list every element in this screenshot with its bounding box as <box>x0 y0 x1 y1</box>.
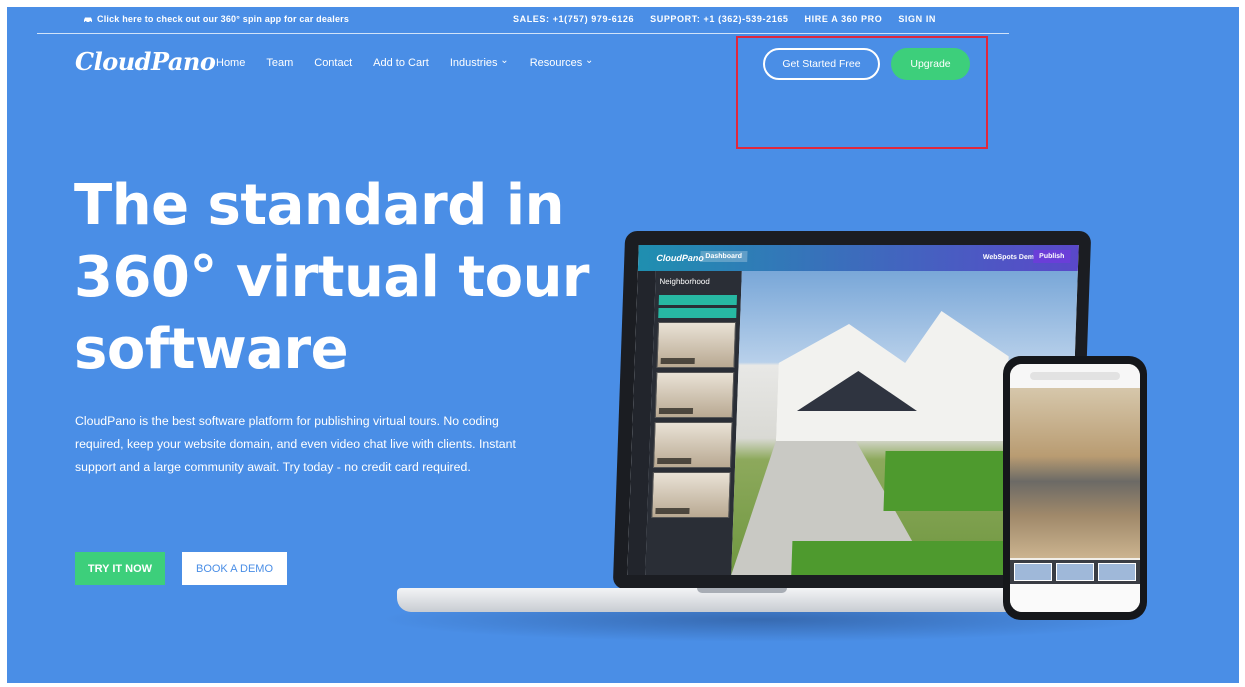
highlight-box <box>736 36 988 149</box>
app-publish: Publish <box>1032 250 1071 263</box>
phone-url-bar <box>1010 364 1140 388</box>
app-header: CloudPano Dashboard WebSpots Demo Publis… <box>637 245 1079 271</box>
promo-text: Click here to check out our 360° spin ap… <box>97 14 350 24</box>
contact-links: SALES: +1(757) 979-6126 SUPPORT: +1 (362… <box>513 14 936 24</box>
app-brand: CloudPano <box>656 253 704 263</box>
nav-team[interactable]: Team <box>266 57 293 69</box>
nav-add-to-cart[interactable]: Add to Cart <box>373 57 429 69</box>
try-it-now-button[interactable]: TRY IT NOW <box>75 552 165 585</box>
phone-screen <box>1010 364 1140 612</box>
book-a-demo-button[interactable]: BOOK A DEMO <box>182 552 287 585</box>
scene-thumbnail <box>656 322 737 368</box>
car-icon <box>84 17 92 23</box>
hero-description: CloudPano is the best software platform … <box>75 414 516 474</box>
house-facade <box>776 311 1011 441</box>
cloudpano-logo[interactable]: CloudPano <box>75 47 216 76</box>
hire-pro-link[interactable]: HIRE A 360 PRO <box>805 14 883 24</box>
app-sidebar-bar <box>658 308 737 318</box>
kitchen-panorama <box>1010 388 1140 558</box>
main-nav: Home Team Contact Add to Cart Industries… <box>216 57 593 69</box>
sales-phone-link[interactable]: SALES: +1(757) 979-6126 <box>513 14 634 24</box>
support-phone-link[interactable]: SUPPORT: +1 (362)-539-2165 <box>650 14 788 24</box>
nav-contact[interactable]: Contact <box>314 57 352 69</box>
phone-thumbnail <box>1098 563 1136 581</box>
phone-thumbnail <box>1056 563 1094 581</box>
promo-link[interactable]: Click here to check out our 360° spin ap… <box>83 14 349 24</box>
scene-thumbnail <box>651 472 731 518</box>
phone-thumbnail-strip <box>1010 560 1140 584</box>
sign-in-link[interactable]: SIGN IN <box>898 14 936 24</box>
top-divider <box>37 33 1009 34</box>
hero-title-line-3: software <box>74 317 349 382</box>
hero-title: The standard in 360° virtual tour softwa… <box>74 170 634 386</box>
app-sidebar-title: Neighborhood <box>659 277 710 286</box>
app-sidebar-bar <box>658 295 738 305</box>
app-sidebar: Neighborhood <box>645 271 742 575</box>
phone-thumbnail <box>1014 563 1052 581</box>
scene-thumbnail <box>654 372 735 418</box>
phone-mockup <box>1003 356 1147 620</box>
app-user: WebSpots Demo <box>982 254 1039 261</box>
hero-title-line-1: The standard in <box>74 173 564 238</box>
nav-home[interactable]: Home <box>216 57 245 69</box>
nav-resources-dropdown[interactable]: Resources <box>530 57 594 69</box>
phone-toolbar <box>1010 584 1140 612</box>
page: Click here to check out our 360° spin ap… <box>7 7 1239 683</box>
nav-industries-dropdown[interactable]: Industries <box>450 57 509 69</box>
top-bar: Click here to check out our 360° spin ap… <box>7 7 1239 34</box>
scene-thumbnail <box>652 422 733 468</box>
laptop-notch <box>697 588 787 593</box>
app-tag: Dashboard <box>700 251 748 262</box>
hero-title-line-2: 360° virtual tour <box>74 245 590 310</box>
